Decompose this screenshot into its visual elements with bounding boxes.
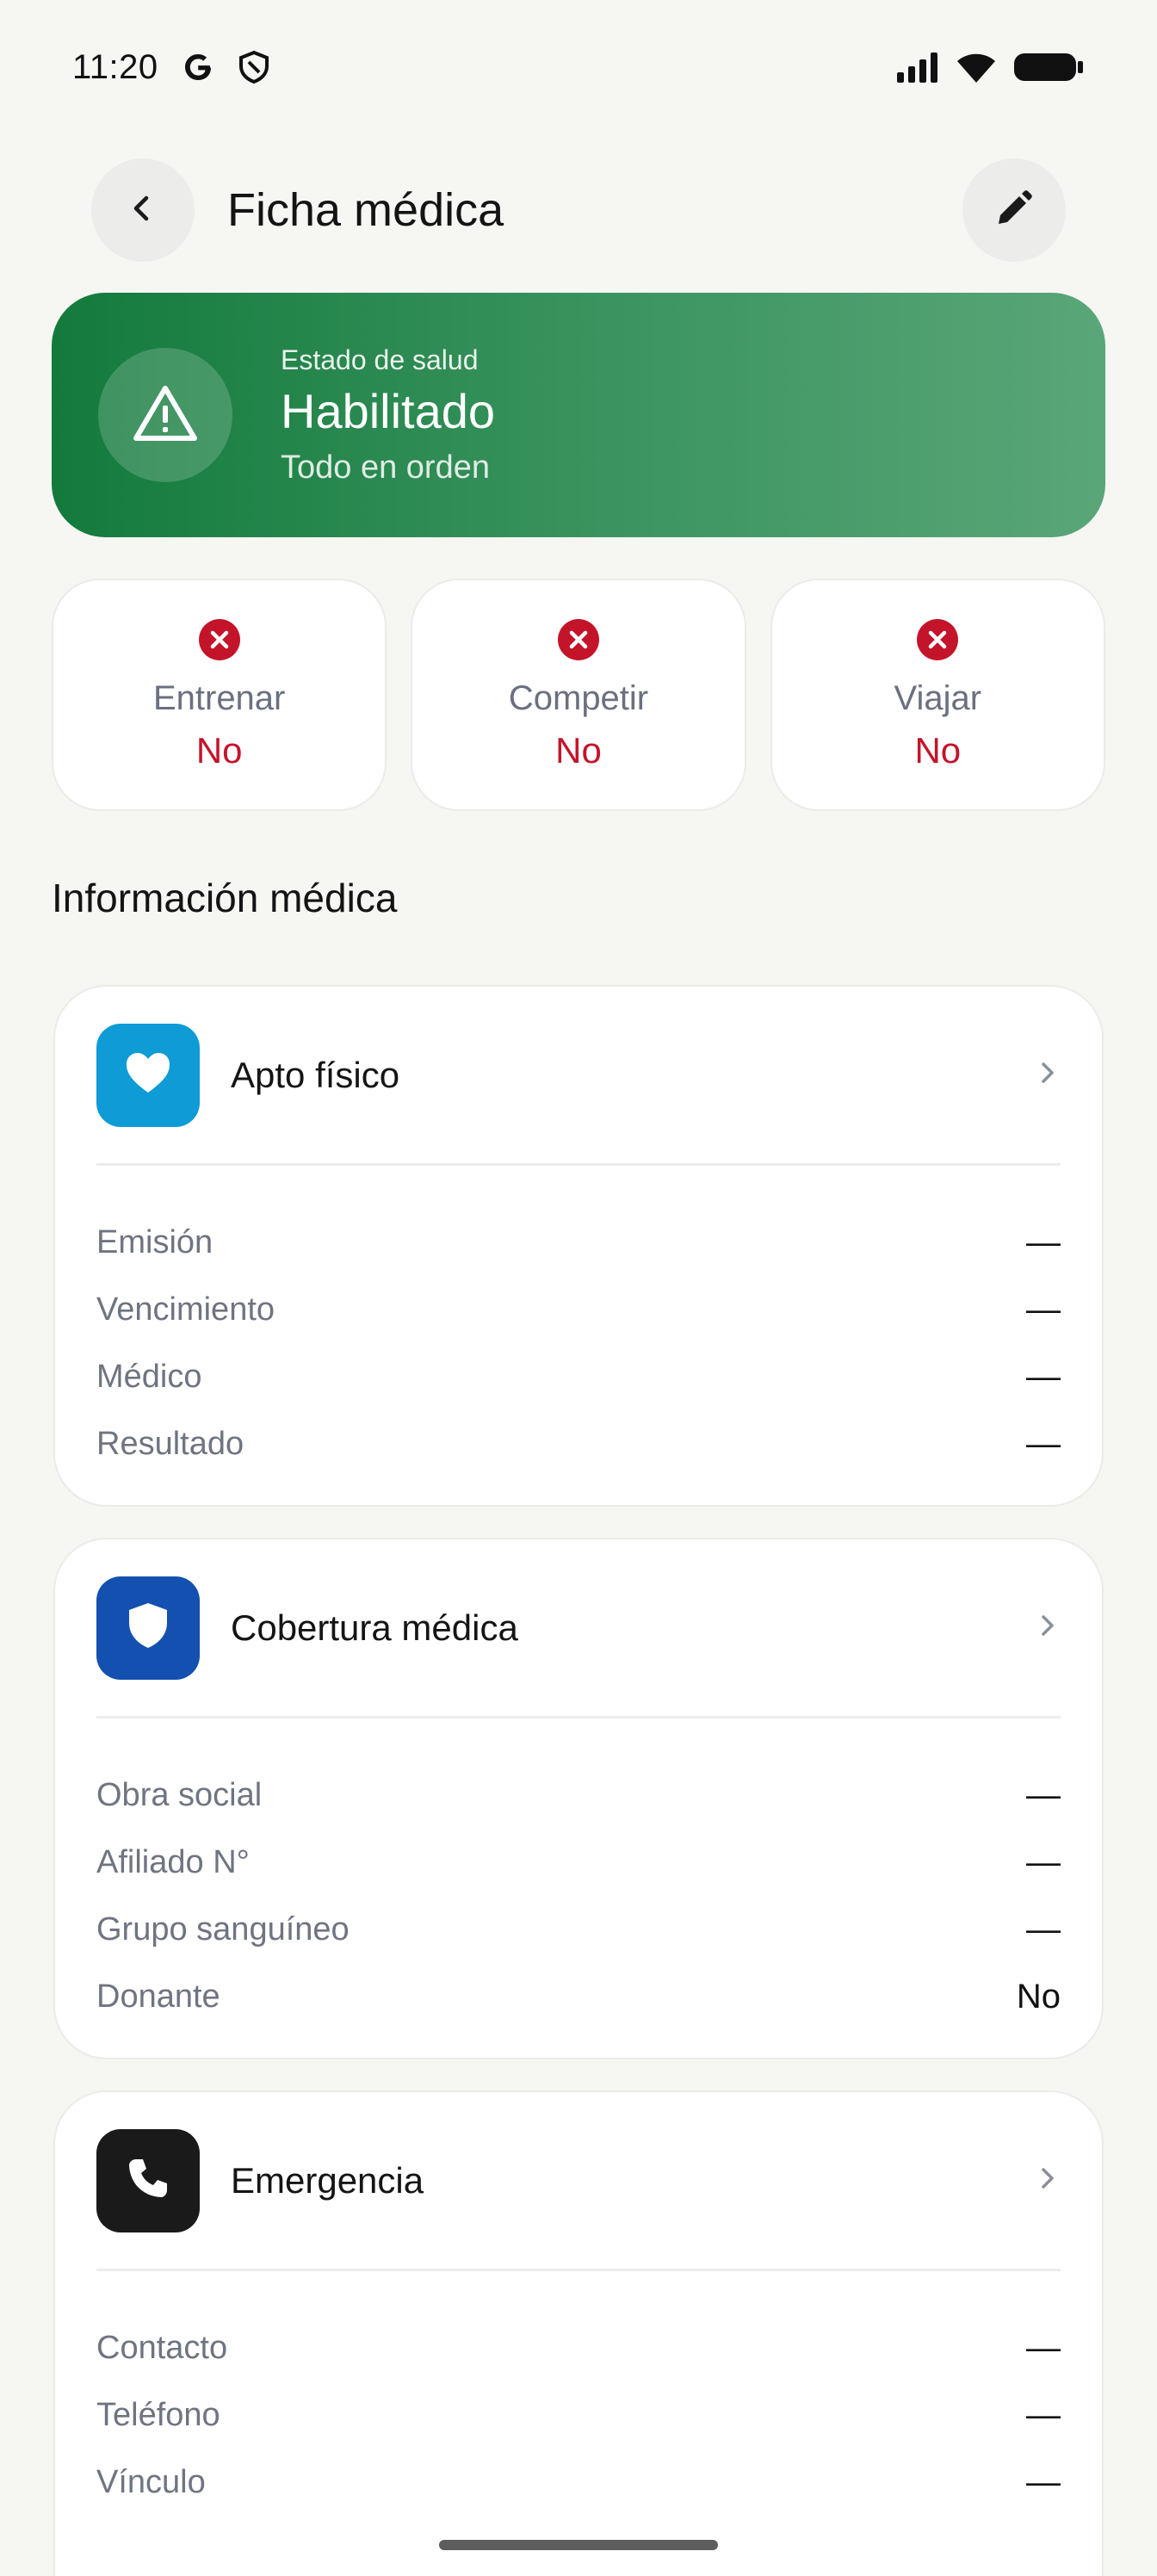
health-text: Estado de salud Habilitado Todo en orden xyxy=(281,344,495,486)
row-label: Vínculo xyxy=(96,2463,206,2500)
permissions-row: Entrenar No Competir No Viajar No xyxy=(52,579,1105,811)
health-label: Estado de salud xyxy=(281,344,479,375)
row-label: Emisión xyxy=(96,1223,213,1260)
card-rows: Contacto — Teléfono — Vínculo — xyxy=(96,2271,1061,2516)
warning-triangle-icon xyxy=(133,384,198,447)
row-value: — xyxy=(1026,1775,1061,1814)
card-rows: Emisión — Vencimiento — Médico — Resulta… xyxy=(96,1166,1061,1477)
health-subtitle: Todo en orden xyxy=(281,449,490,486)
error-circle-icon xyxy=(198,618,241,666)
permission-label: Entrenar xyxy=(152,679,286,717)
back-button[interactable] xyxy=(91,158,195,262)
health-status-card: Estado de salud Habilitado Todo en orden xyxy=(52,293,1105,537)
edit-button[interactable] xyxy=(962,158,1066,262)
info-row: Médico — xyxy=(96,1343,1061,1410)
error-circle-icon xyxy=(916,618,959,666)
error-circle-icon xyxy=(557,618,600,666)
row-value: — xyxy=(1026,1910,1061,1948)
row-value: — xyxy=(1026,1223,1061,1261)
info-row: Donante No xyxy=(96,1963,1061,2030)
info-row: Vencimiento — xyxy=(96,1276,1061,1343)
permission-tile-travel: Viajar No xyxy=(770,579,1105,811)
card-title: Emergencia xyxy=(231,2159,424,2201)
fitness-certificate-card: Apto físico Emisión — Vencimiento — Médi… xyxy=(53,985,1104,1507)
info-row: Obra social — xyxy=(96,1762,1061,1829)
info-row: Grupo sanguíneo — xyxy=(96,1896,1061,1963)
chevron-right-icon xyxy=(1035,1057,1061,1093)
permission-value: No xyxy=(555,730,602,771)
info-row: Contacto — xyxy=(96,2314,1061,2381)
row-value: — xyxy=(1026,1290,1061,1328)
row-label: Resultado xyxy=(96,1425,244,1462)
info-row: Emisión — xyxy=(96,1209,1061,1276)
row-label: Obra social xyxy=(96,1776,263,1813)
emergency-contact-card: Emergencia Contacto — Teléfono — Vínculo… xyxy=(53,2090,1104,2576)
card-title: Apto físico xyxy=(231,1054,400,1095)
phone-icon xyxy=(127,2157,170,2204)
row-label: Donante xyxy=(96,1978,220,2015)
card-icon-emergency xyxy=(96,2128,200,2232)
home-indicator[interactable] xyxy=(439,2540,718,2550)
row-label: Vencimiento xyxy=(96,1291,275,1328)
chevron-right-icon xyxy=(1035,2163,1061,2198)
signal-icon xyxy=(895,50,940,84)
row-label: Médico xyxy=(96,1358,202,1395)
battery-icon xyxy=(1012,50,1085,84)
section-title: Información médica xyxy=(52,876,398,920)
health-icon-wrap xyxy=(98,348,232,482)
card-header-fitness[interactable]: Apto físico xyxy=(96,987,1061,1166)
health-status: Habilitado xyxy=(281,383,496,438)
row-value: No xyxy=(1016,1977,1061,2016)
permission-tile-compete: Competir No xyxy=(411,579,746,811)
app-header: Ficha médica xyxy=(91,157,1066,263)
info-row: Resultado — xyxy=(96,1410,1061,1477)
status-time: 11:20 xyxy=(72,47,158,86)
shield-icon xyxy=(238,50,270,84)
pencil-icon xyxy=(993,188,1035,233)
info-row: Afiliado N° — xyxy=(96,1829,1061,1896)
heart-icon xyxy=(125,1051,171,1099)
card-header-coverage[interactable]: Cobertura médica xyxy=(96,1539,1061,1718)
row-value: — xyxy=(1026,1842,1061,1881)
row-value: — xyxy=(1026,2328,1061,2367)
permission-value: No xyxy=(195,730,243,771)
status-right xyxy=(895,50,1085,84)
row-label: Contacto xyxy=(96,2329,228,2366)
shield-icon xyxy=(127,1601,170,1654)
medical-coverage-card: Cobertura médica Obra social — Afiliado … xyxy=(53,1538,1104,2059)
card-header-emergency[interactable]: Emergencia xyxy=(96,2092,1061,2271)
row-label: Teléfono xyxy=(96,2396,220,2433)
page-title: Ficha médica xyxy=(227,184,504,236)
status-left: 11:20 xyxy=(72,48,270,87)
info-row: Vínculo — xyxy=(96,2449,1061,2516)
card-icon-fitness xyxy=(96,1023,200,1127)
google-icon xyxy=(181,50,215,84)
info-row: Teléfono — xyxy=(96,2381,1061,2449)
permission-label: Competir xyxy=(508,679,649,717)
permission-value: No xyxy=(914,730,962,771)
row-value: — xyxy=(1026,1424,1061,1463)
row-value: — xyxy=(1026,2395,1061,2434)
row-value: — xyxy=(1026,2462,1061,2501)
row-value: — xyxy=(1026,1357,1061,1396)
permission-tile-train: Entrenar No xyxy=(52,579,387,811)
row-label: Grupo sanguíneo xyxy=(96,1910,350,1947)
row-label: Afiliado N° xyxy=(96,1843,250,1880)
wifi-icon xyxy=(956,50,997,84)
status-bar: 11:20 xyxy=(0,0,1157,134)
chevron-right-icon xyxy=(1035,1610,1061,1645)
card-title: Cobertura médica xyxy=(231,1607,518,1648)
medical-record-screen: 11:20 Ficha médica Estado de salud Habil… xyxy=(0,0,1157,2576)
chevron-left-icon xyxy=(126,191,160,230)
permission-label: Viajar xyxy=(894,679,982,717)
card-rows: Obra social — Afiliado N° — Grupo sanguí… xyxy=(96,1718,1061,2030)
card-icon-coverage xyxy=(96,1576,200,1680)
